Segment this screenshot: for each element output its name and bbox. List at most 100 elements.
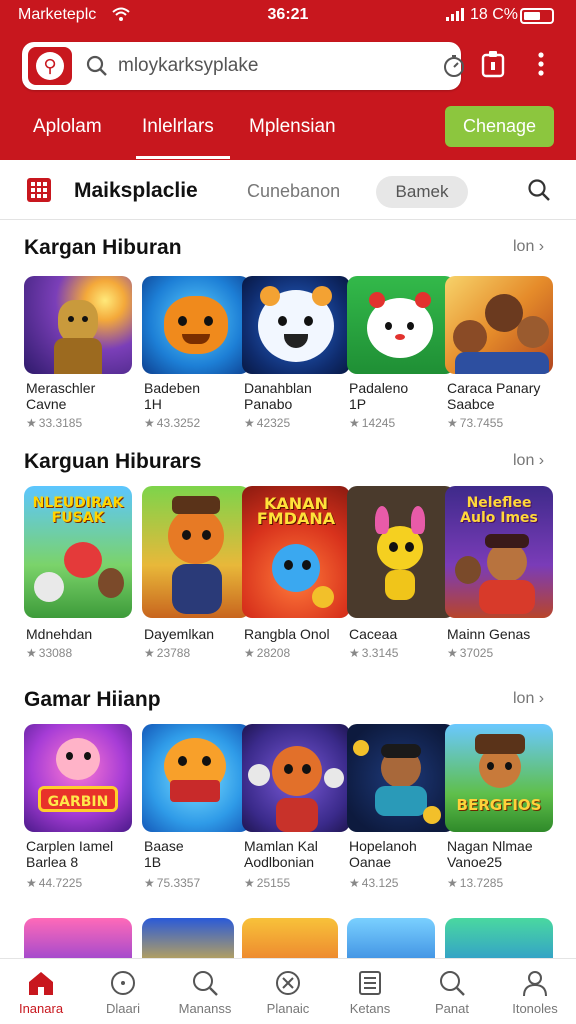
star-icon: ★ bbox=[26, 646, 37, 660]
app-name: Meraschler Cavne bbox=[26, 380, 96, 412]
more-vertical-icon[interactable] bbox=[528, 50, 554, 78]
app-artwork bbox=[142, 724, 250, 832]
app-rating: ★ 43.3252 bbox=[144, 416, 201, 430]
search-icon[interactable] bbox=[527, 178, 551, 202]
star-icon: ★ bbox=[144, 646, 155, 660]
app-artwork bbox=[242, 724, 350, 832]
app-rating: ★ 33088 bbox=[26, 646, 73, 660]
star-icon: ★ bbox=[26, 416, 37, 430]
tab-mplensian[interactable]: Mplensian bbox=[249, 116, 336, 138]
app-name: Mamlan Kal Aodlbonian bbox=[244, 838, 318, 870]
app-logo-icon: ⚲ bbox=[28, 47, 72, 85]
section-title: Gamar Hiianp bbox=[24, 688, 161, 711]
app-artwork[interactable] bbox=[142, 918, 234, 958]
search-icon bbox=[86, 55, 107, 76]
app-name: Dayemlkan bbox=[144, 626, 215, 642]
app-artwork bbox=[142, 486, 250, 618]
app-name: Danahblan Panabo bbox=[244, 380, 312, 412]
app-artwork[interactable] bbox=[24, 918, 132, 958]
app-artwork bbox=[24, 276, 132, 374]
app-artwork: Neleflee Aulo Imes bbox=[445, 486, 553, 618]
star-icon: ★ bbox=[144, 416, 155, 430]
list-icon bbox=[359, 971, 381, 995]
compass-icon bbox=[111, 971, 135, 995]
star-icon: ★ bbox=[144, 876, 155, 890]
close-circle-icon bbox=[276, 971, 300, 995]
app-rating: ★ 25155 bbox=[244, 876, 291, 890]
clipboard-icon[interactable] bbox=[480, 50, 506, 78]
app-artwork bbox=[347, 276, 455, 374]
star-icon: ★ bbox=[349, 876, 360, 890]
nav-item-ketans[interactable]: Ketans bbox=[329, 959, 411, 1024]
app-artwork: GARBIN bbox=[24, 724, 132, 832]
page-title: Maiksplaclie bbox=[74, 179, 198, 202]
section-kargan-hiburan: Kargan Hiburan lon › Meraschler Cavne ★ 33… bbox=[0, 236, 576, 436]
section-partial bbox=[0, 918, 576, 958]
nav-item-planaic[interactable]: Planaic bbox=[247, 959, 329, 1024]
app-rating: ★ 42325 bbox=[244, 416, 291, 430]
star-icon: ★ bbox=[26, 876, 37, 890]
battery-icon bbox=[520, 8, 554, 24]
app-artwork: NLEUDIRAK FUSAK bbox=[24, 486, 132, 618]
star-icon: ★ bbox=[244, 876, 255, 890]
search-icon bbox=[440, 971, 465, 996]
app-rating: ★ 33.3185 bbox=[26, 416, 83, 430]
bottom-nav: Inanara Dlaari Mananss Planaic Ketans Pa… bbox=[0, 958, 576, 1024]
status-bar: Marketeplc 36:21 18 C% bbox=[0, 0, 576, 32]
tab-aplolam[interactable]: Aplolam bbox=[33, 116, 102, 138]
app-name: Caceaa bbox=[349, 626, 398, 642]
star-icon: ★ bbox=[244, 416, 255, 430]
battery-percent: 18 C% bbox=[470, 6, 519, 23]
section-karguan-hiburars: Karguan Hiburars lon › NLEUDIRAK FUSAK M… bbox=[0, 450, 576, 670]
app-name: Badeben 1H bbox=[144, 380, 201, 412]
app-rating: ★ 37025 bbox=[447, 646, 494, 660]
nav-item-mananss[interactable]: Mananss bbox=[164, 959, 246, 1024]
app-name: Rangbla Onol bbox=[244, 626, 330, 642]
app-rating: ★ 13.7285 bbox=[447, 876, 504, 890]
nav-item-home[interactable]: Inanara bbox=[0, 959, 82, 1024]
timer-icon[interactable] bbox=[442, 54, 466, 78]
app-rating: ★ 3.3145 bbox=[349, 646, 399, 660]
see-more-link[interactable]: lon › bbox=[513, 238, 544, 256]
nav-item-panat[interactable]: Panat bbox=[411, 959, 493, 1024]
app-artwork[interactable] bbox=[445, 918, 553, 958]
app-artwork[interactable] bbox=[242, 918, 338, 958]
app-rating: ★ 73.7455 bbox=[447, 416, 504, 430]
star-icon: ★ bbox=[447, 416, 458, 430]
see-more-link[interactable]: lon › bbox=[513, 452, 544, 470]
app-rating: ★ 75.3357 bbox=[144, 876, 201, 890]
app-artwork bbox=[142, 276, 250, 374]
app-artwork bbox=[445, 276, 553, 374]
change-button[interactable]: Chenage bbox=[445, 106, 554, 147]
app-row: Meraschler Cavne ★ 33.3185 Badeben 1H ★ 43.3… bbox=[24, 276, 554, 430]
app-row: GARBIN Carplen Iamel Barlea 8 ★ 44.7225 Ba… bbox=[24, 724, 554, 890]
app-artwork bbox=[242, 276, 350, 374]
app-artwork: KANAN FMDANA bbox=[242, 486, 350, 618]
star-icon: ★ bbox=[244, 646, 255, 660]
app-artwork[interactable] bbox=[347, 918, 435, 958]
app-rating: ★ 43.125 bbox=[349, 876, 399, 890]
app-row: NLEUDIRAK FUSAK Mdnehdan ★ 33088 Dayemlka… bbox=[24, 486, 554, 660]
app-name: Mainn Genas bbox=[447, 626, 531, 642]
star-icon: ★ bbox=[349, 646, 360, 660]
see-more-link[interactable]: lon › bbox=[513, 690, 544, 708]
app-name: Carplen Iamel Barlea 8 bbox=[26, 838, 114, 870]
search-input[interactable] bbox=[118, 50, 418, 82]
app-artwork: BERGFIOS bbox=[445, 724, 553, 832]
app-name: Baase 1B bbox=[144, 838, 184, 870]
star-icon: ★ bbox=[349, 416, 360, 430]
app-rating: ★ 28208 bbox=[244, 646, 291, 660]
nav-item-dlaari[interactable]: Dlaari bbox=[82, 959, 164, 1024]
star-icon: ★ bbox=[447, 876, 458, 890]
nav-item-itonoles[interactable]: Itonoles bbox=[494, 959, 576, 1024]
app-artwork bbox=[347, 486, 455, 618]
filter-pill[interactable]: Bamek bbox=[376, 176, 468, 208]
app-name: Mdnehdan bbox=[26, 626, 93, 642]
app-name: Hopelanoh Oanae bbox=[349, 838, 417, 870]
search-bar[interactable]: ⚲ bbox=[22, 42, 464, 90]
subheader-link[interactable]: Cunebanon bbox=[247, 181, 340, 202]
star-icon: ★ bbox=[447, 646, 458, 660]
tab-inlelrlars[interactable]: Inlelrlars bbox=[136, 116, 230, 159]
search-icon bbox=[193, 971, 218, 996]
grid-menu-icon[interactable] bbox=[26, 177, 52, 203]
